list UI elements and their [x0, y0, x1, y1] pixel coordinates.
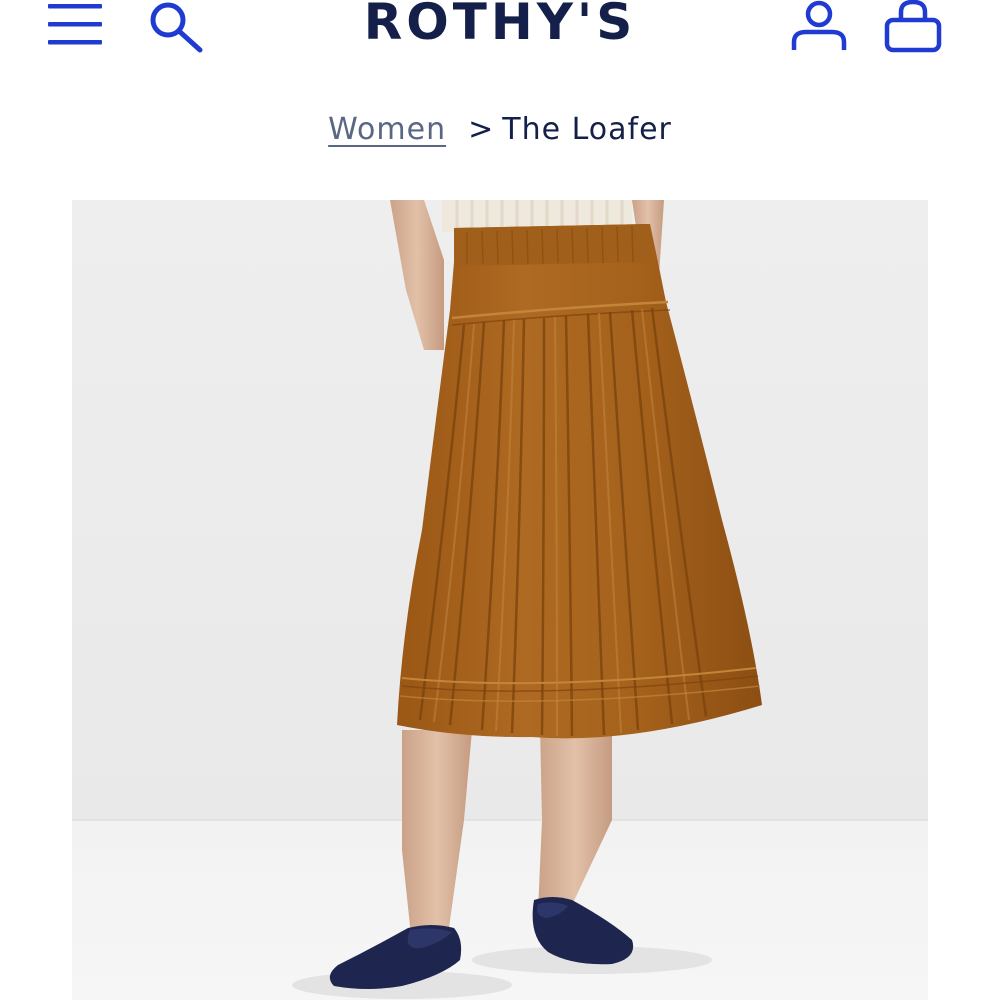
- shopping-bag-icon: [884, 0, 942, 53]
- breadcrumb-separator: >: [468, 112, 495, 147]
- breadcrumb: Women > The Loafer: [0, 108, 1000, 152]
- product-photo: [72, 200, 928, 1000]
- search-button[interactable]: [146, 0, 206, 54]
- brand-logo[interactable]: ROTHY'S: [300, 0, 700, 50]
- account-button[interactable]: [788, 0, 850, 54]
- account-icon: [791, 0, 847, 50]
- search-icon: [150, 2, 203, 53]
- hamburger-menu-icon: [48, 4, 102, 45]
- breadcrumb-current: The Loafer: [502, 112, 672, 147]
- breadcrumb-link-women[interactable]: Women: [328, 112, 446, 147]
- shopping-bag-button[interactable]: [882, 0, 944, 54]
- menu-button[interactable]: [46, 0, 104, 50]
- product-image[interactable]: [72, 200, 928, 1000]
- site-header: ROTHY'S: [0, 0, 1000, 80]
